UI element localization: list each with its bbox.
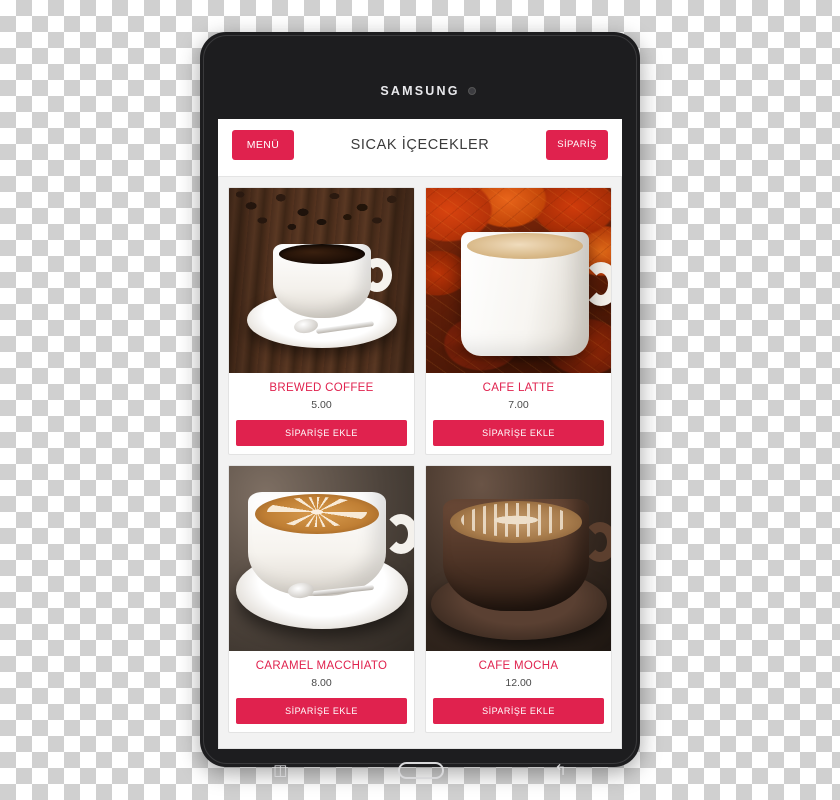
recents-icon[interactable]: ◫ bbox=[273, 763, 287, 778]
add-to-order-button[interactable]: SİPARİŞE EKLE bbox=[433, 698, 604, 724]
app-header: MENÜ SICAK İÇECEKLER SİPARİŞ bbox=[218, 119, 622, 177]
device-brand-row: SAMSUNG bbox=[200, 78, 640, 104]
product-image-cafe-latte bbox=[426, 188, 611, 373]
product-name: CAFE LATTE bbox=[482, 382, 555, 394]
product-price: 7.00 bbox=[508, 399, 529, 411]
product-name: CARAMEL MACCHIATO bbox=[255, 660, 388, 672]
product-image-caramel-macchiato bbox=[229, 466, 414, 651]
tablet-device: SAMSUNG MENÜ SICAK İÇECEKLER SİPARİŞ BRE… bbox=[200, 32, 640, 779]
product-name: CAFE MOCHA bbox=[478, 660, 559, 672]
product-card[interactable]: BREWED COFFEE 5.00 SİPARİŞE EKLE bbox=[228, 187, 415, 455]
product-price: 8.00 bbox=[311, 677, 332, 689]
product-card[interactable]: CAFE MOCHA 12.00 SİPARİŞE EKLE bbox=[425, 465, 612, 733]
android-navigation-bar: ◫ ↰ bbox=[218, 749, 622, 791]
add-to-order-button[interactable]: SİPARİŞE EKLE bbox=[236, 698, 407, 724]
back-icon[interactable]: ↰ bbox=[554, 763, 567, 778]
product-price: 5.00 bbox=[311, 399, 332, 411]
product-grid: BREWED COFFEE 5.00 SİPARİŞE EKLE CAFE LA… bbox=[218, 177, 622, 733]
order-button[interactable]: SİPARİŞ bbox=[546, 130, 608, 160]
product-name: BREWED COFFEE bbox=[269, 382, 374, 394]
product-price: 12.00 bbox=[505, 677, 532, 689]
product-image-cafe-mocha bbox=[426, 466, 611, 651]
samsung-logo-text: SAMSUNG bbox=[380, 84, 460, 98]
front-camera-icon bbox=[468, 87, 476, 95]
home-pill-icon[interactable] bbox=[397, 761, 444, 779]
tablet-screen: MENÜ SICAK İÇECEKLER SİPARİŞ BREWED COFF… bbox=[218, 119, 622, 749]
product-card[interactable]: CARAMEL MACCHIATO 8.00 SİPARİŞE EKLE bbox=[228, 465, 415, 733]
product-card[interactable]: CAFE LATTE 7.00 SİPARİŞE EKLE bbox=[425, 187, 612, 455]
product-image-brewed-coffee bbox=[229, 188, 414, 373]
add-to-order-button[interactable]: SİPARİŞE EKLE bbox=[433, 420, 604, 446]
add-to-order-button[interactable]: SİPARİŞE EKLE bbox=[236, 420, 407, 446]
